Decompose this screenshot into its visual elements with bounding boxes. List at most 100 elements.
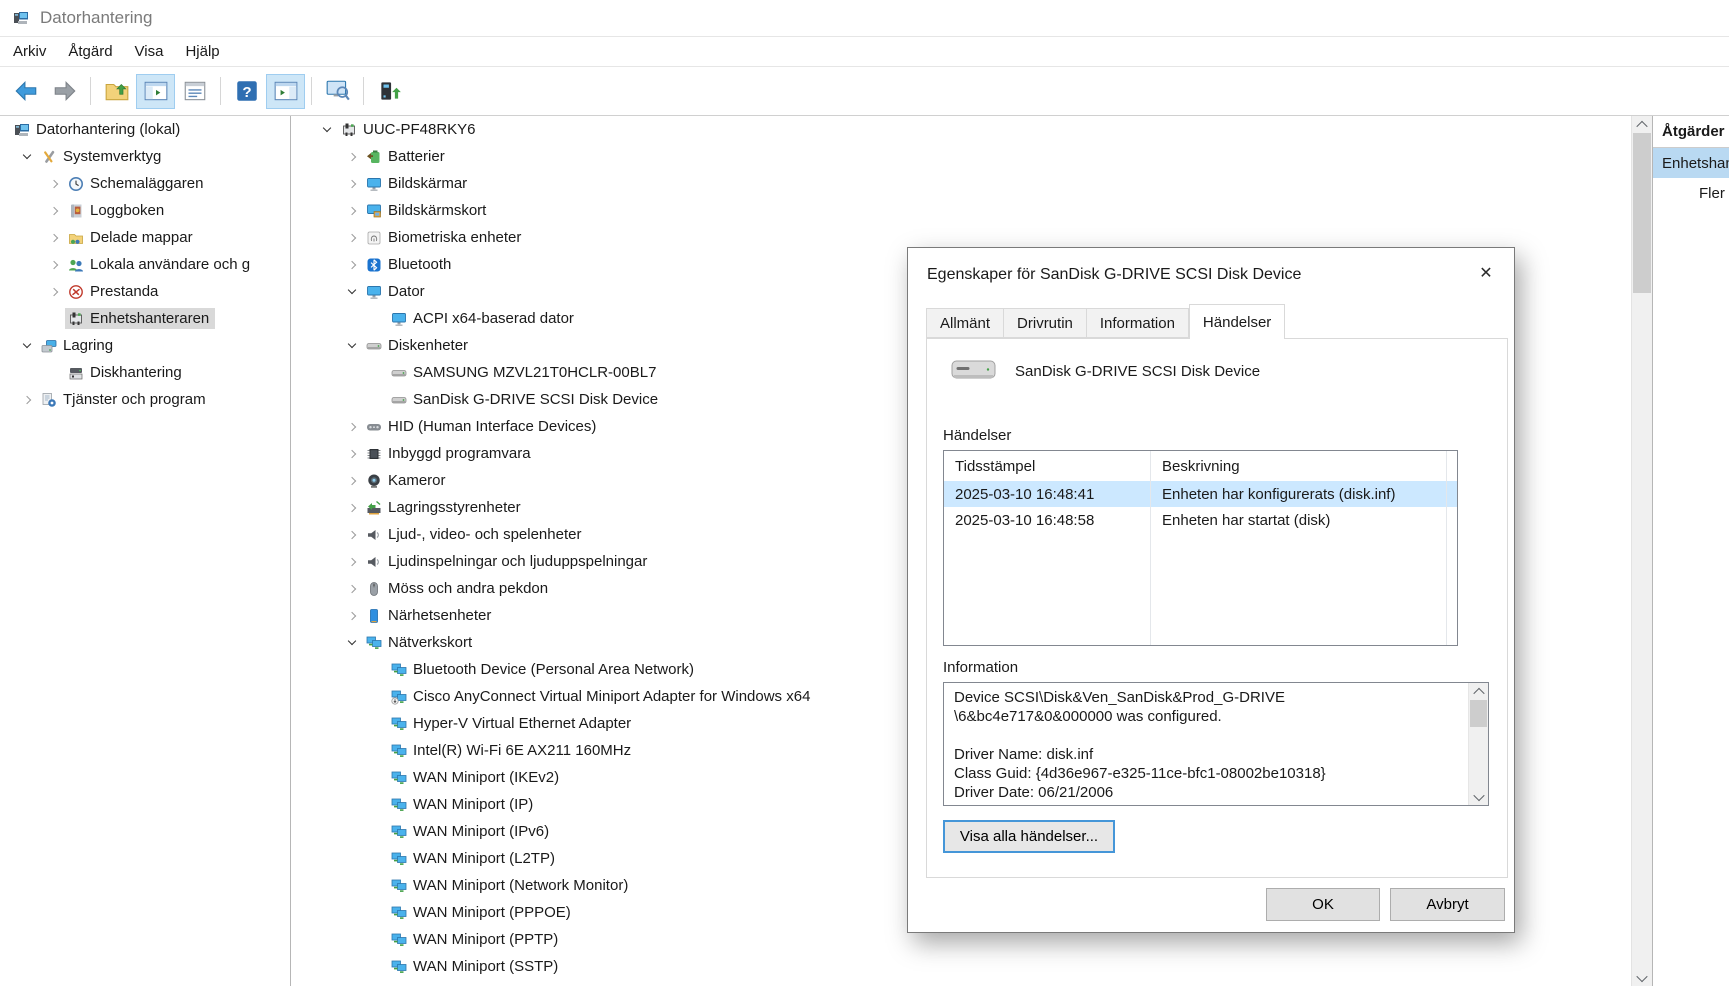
tree-item-content: Ljud-, video- och spelenheter (363, 524, 587, 545)
device-tree-scrollbar[interactable] (1631, 116, 1652, 986)
menu-visa[interactable]: Visa (124, 39, 175, 64)
back-button[interactable] (6, 74, 45, 109)
tab-handelser[interactable]: Händelser (1188, 304, 1286, 339)
chevron-down-icon[interactable] (16, 332, 38, 359)
toolbar-separator (220, 77, 221, 105)
tree-item-label: Ljudinspelningar och ljuduppspelningar (388, 553, 648, 570)
console-tree-item[interactable]: Tjänster och program (0, 386, 290, 413)
console-tree-item[interactable]: Schemaläggaren (0, 170, 290, 197)
chevron-down-icon[interactable] (341, 278, 363, 305)
device-tree-item[interactable] (291, 980, 1652, 986)
show-console-tree-button[interactable] (136, 73, 175, 109)
chevron-right-icon[interactable] (341, 575, 363, 602)
chevron-right-icon[interactable] (341, 467, 363, 494)
console-tree-item[interactable]: Enhetshanteraren (0, 305, 290, 332)
chevron-right-icon[interactable] (43, 251, 65, 278)
scroll-down-icon[interactable] (1469, 788, 1488, 805)
chevron-right-icon[interactable] (43, 170, 65, 197)
device-tree-item[interactable]: Bildskärmar (291, 170, 1652, 197)
tab-allmant[interactable]: Allmänt (926, 308, 1005, 338)
chevron-down-icon[interactable] (16, 143, 38, 170)
console-tree-item[interactable]: Delade mappar (0, 224, 290, 251)
chevron-right-icon[interactable] (341, 494, 363, 521)
chevron-right-icon[interactable] (16, 386, 38, 413)
menu-hjalp[interactable]: Hjälp (174, 39, 230, 64)
tree-item-content: Kameror (363, 470, 452, 491)
chevron-right-icon[interactable] (43, 197, 65, 224)
chevron-right-icon[interactable] (341, 143, 363, 170)
actions-item-device-manager[interactable]: Enhetshan (1653, 148, 1729, 178)
battery-icon (365, 149, 383, 165)
storage-ctrl-icon (365, 500, 383, 516)
close-button[interactable]: ✕ (1470, 259, 1502, 287)
tree-item-label: Ljud-, video- och spelenheter (388, 526, 582, 543)
console-tree-item[interactable]: Diskhantering (0, 359, 290, 386)
console-tree-item[interactable]: Systemverktyg (0, 143, 290, 170)
chevron-placeholder (366, 845, 388, 872)
tree-item-content: Hyper-V Virtual Ethernet Adapter (388, 713, 637, 734)
cancel-button[interactable]: Avbryt (1390, 888, 1505, 921)
tree-item-content: Biometriska enheter (363, 227, 527, 248)
console-tree-item[interactable]: Lokala användare och g (0, 251, 290, 278)
scroll-down-icon[interactable] (1632, 969, 1652, 986)
event-row[interactable]: 2025-03-10 16:48:41 Enheten har konfigure… (944, 481, 1457, 507)
dialog-tabs: Allmänt Drivrutin Information Händelser (926, 304, 1286, 339)
view-all-events-button[interactable]: Visa alla händelser... (943, 820, 1115, 853)
scrollbar-thumb[interactable] (1633, 133, 1651, 293)
actions-item-more-actions[interactable]: Fler åt (1653, 178, 1729, 208)
toolbar-separator (311, 77, 312, 105)
scroll-up-icon[interactable] (1469, 683, 1488, 700)
tree-item-label: ACPI x64-baserad dator (413, 310, 574, 327)
device-tree-item[interactable]: UUC-PF48RKY6 (291, 116, 1652, 143)
tab-drivrutin[interactable]: Drivrutin (1004, 308, 1087, 338)
tree-item-label: Närhetsenheter (388, 607, 492, 624)
chevron-right-icon[interactable] (341, 602, 363, 629)
chevron-right-icon[interactable] (43, 278, 65, 305)
event-row[interactable]: 2025-03-10 16:48:58 Enheten har startat (… (944, 507, 1457, 533)
tab-information[interactable]: Information (1086, 308, 1189, 338)
scan-hardware-button[interactable] (318, 74, 357, 109)
chevron-right-icon[interactable] (341, 170, 363, 197)
device-tree-item[interactable]: Batterier (291, 143, 1652, 170)
console-tree-item[interactable]: Prestanda (0, 278, 290, 305)
chevron-right-icon[interactable] (43, 224, 65, 251)
help-button[interactable]: ? (227, 74, 266, 109)
chevron-right-icon[interactable] (341, 197, 363, 224)
scroll-up-icon[interactable] (1632, 116, 1652, 133)
chevron-down-icon[interactable] (316, 116, 338, 143)
tree-item-content: UUC-PF48RKY6 (338, 119, 482, 140)
chevron-right-icon[interactable] (341, 548, 363, 575)
svg-text:?: ? (242, 84, 251, 101)
console-tree-item[interactable]: Datorhantering (lokal) (0, 116, 290, 143)
chevron-right-icon[interactable] (341, 413, 363, 440)
tree-item-content: Diskenheter (363, 335, 474, 356)
column-header-description[interactable]: Beskrivning (1150, 458, 1457, 475)
up-level-button[interactable] (97, 74, 136, 109)
ok-button[interactable]: OK (1266, 888, 1380, 921)
chevron-right-icon[interactable] (341, 440, 363, 467)
chevron-down-icon[interactable] (341, 332, 363, 359)
console-tree-item[interactable]: Lagring (0, 332, 290, 359)
scrollbar-thumb[interactable] (1470, 700, 1487, 727)
chevron-right-icon[interactable] (341, 251, 363, 278)
column-header-timestamp[interactable]: Tidsstämpel (944, 458, 1150, 475)
chevron-down-icon[interactable] (341, 629, 363, 656)
menu-atgard[interactable]: Åtgärd (57, 39, 123, 64)
console-tree-item[interactable]: Loggboken (0, 197, 290, 224)
chevron-placeholder (366, 656, 388, 683)
information-box[interactable]: Device SCSI\Disk&Ven_SanDisk&Prod_G-DRIV… (943, 682, 1489, 806)
chevron-right-icon[interactable] (341, 224, 363, 251)
device-tree-item[interactable]: WAN Miniport (SSTP) (291, 953, 1652, 980)
chevron-right-icon[interactable] (341, 521, 363, 548)
update-driver-button[interactable] (370, 74, 409, 109)
network-icon (390, 797, 408, 813)
biometric-icon (365, 230, 383, 246)
device-tree-item[interactable]: Bildskärmskort (291, 197, 1652, 224)
information-scrollbar[interactable] (1468, 683, 1488, 805)
network-icon (390, 905, 408, 921)
properties-button[interactable] (175, 74, 214, 109)
show-action-pane-button[interactable] (266, 73, 305, 109)
forward-button[interactable] (45, 74, 84, 109)
firmware-icon (365, 446, 383, 462)
menu-arkiv[interactable]: Arkiv (2, 39, 57, 64)
